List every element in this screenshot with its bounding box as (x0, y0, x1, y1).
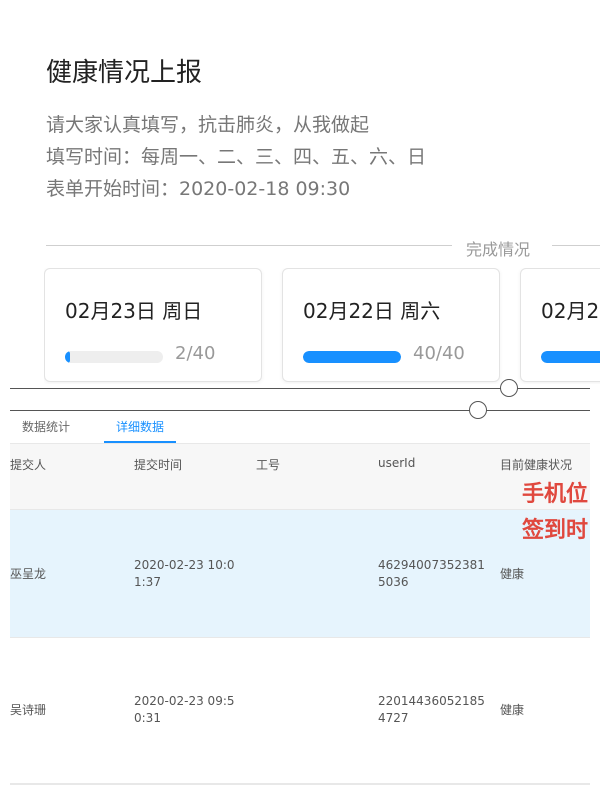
description-line: 请大家认真填写，抗击肺炎，从我做起 (46, 114, 370, 136)
table-header: 提交人 提交时间 工号 userId 目前健康状况 (10, 444, 590, 510)
column-header: 目前健康状况 (500, 458, 573, 472)
cell-userid-a: 46294007352381 (378, 558, 485, 572)
column-header: 提交人 (10, 458, 47, 472)
cell-submit-time-a: 2020-02-23 09:5 (134, 694, 235, 708)
column-header: 工号 (256, 458, 281, 472)
progress-bar (65, 351, 163, 363)
cell-health: 健康 (500, 567, 525, 581)
tab-statistics[interactable]: 数据统计 (22, 418, 70, 435)
column-header: 提交时间 (134, 458, 183, 472)
day-card[interactable]: 02月23日 周日 2/40 (44, 268, 262, 382)
progress-fill (303, 351, 401, 363)
overlay-annotation-line2: 签到时 (522, 518, 589, 543)
cell-userid: 46294007352381 5036 (378, 557, 485, 591)
completion-divider: 完成情况 (46, 236, 600, 259)
progress-fill (65, 351, 70, 363)
splitter-handle-top[interactable] (500, 379, 518, 397)
cell-submit-time: 2020-02-23 10:0 1:37 (134, 557, 235, 591)
cell-submit-time: 2020-02-23 09:5 0:31 (134, 693, 235, 727)
cell-submitter: 吴诗珊 (10, 703, 47, 717)
cell-submit-time-b: 1:37 (134, 575, 161, 589)
column-header: userId (378, 456, 416, 470)
cell-userid-b: 4727 (378, 711, 409, 725)
card-date: 02月22日 周六 (303, 299, 441, 323)
progress-fill (541, 351, 600, 363)
splitter-line-bottom (10, 410, 590, 411)
active-tab-indicator (104, 441, 176, 443)
cell-userid-b: 5036 (378, 575, 409, 589)
card-count: 2/40 (175, 343, 216, 364)
divider-line-left (46, 245, 452, 246)
progress-bar (303, 351, 401, 363)
cell-userid: 22014436052185 4727 (378, 693, 485, 727)
fill-time-text: 填写时间：每周一、二、三、四、五、六、日 (46, 146, 427, 168)
divider-label: 完成情况 (466, 240, 531, 259)
progress-bar (541, 351, 600, 363)
day-card[interactable]: 02月2 (520, 268, 600, 382)
tab-bar: 数据统计 详细数据 (10, 412, 590, 444)
overlay-annotation-line1: 手机位 (522, 482, 589, 507)
table-row[interactable]: 巫呈龙 2020-02-23 10:0 1:37 46294007352381 … (10, 510, 590, 638)
card-count: 40/40 (413, 343, 465, 364)
cell-health: 健康 (500, 703, 525, 717)
cell-userid-a: 22014436052185 (378, 694, 485, 708)
card-date: 02月23日 周日 (65, 299, 203, 323)
divider-line-right (552, 245, 600, 246)
table-bottom-border (10, 784, 590, 785)
table-row[interactable]: 吴诗珊 2020-02-23 09:5 0:31 22014436052185 … (10, 638, 590, 784)
card-date: 02月2 (541, 299, 600, 323)
tab-details[interactable]: 详细数据 (116, 418, 164, 435)
daily-cards: 02月23日 周日 2/40 02月22日 周六 40/40 02月2 (44, 268, 600, 384)
day-card[interactable]: 02月22日 周六 40/40 (282, 268, 500, 382)
cell-submit-time-b: 0:31 (134, 711, 161, 725)
cell-submitter: 巫呈龙 (10, 567, 47, 581)
page-title: 健康情况上报 (46, 58, 203, 88)
form-start-time-text: 表单开始时间：2020-02-18 09:30 (46, 178, 351, 200)
cell-submit-time-a: 2020-02-23 10:0 (134, 558, 235, 572)
